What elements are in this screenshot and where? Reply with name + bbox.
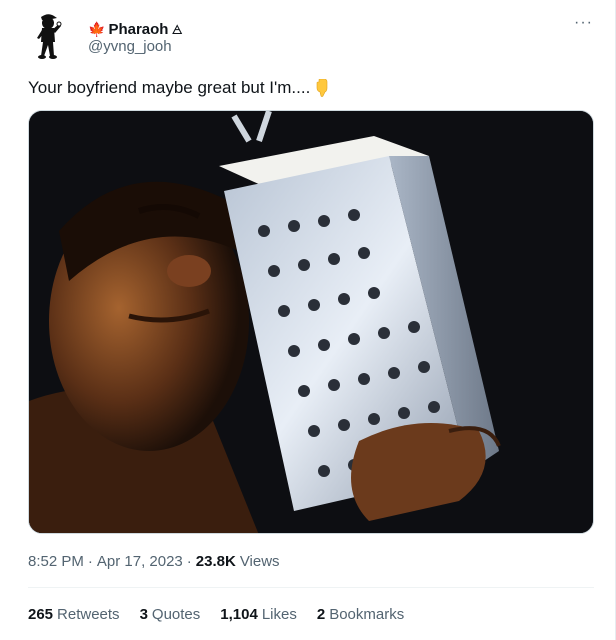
stat-label: Retweets bbox=[57, 606, 120, 623]
stat-bookmarks[interactable]: 2 Bookmarks bbox=[317, 606, 404, 623]
views-label: Views bbox=[239, 553, 280, 570]
stat-count: 1,104 bbox=[220, 606, 258, 623]
author-display-name[interactable]: Pharaoh bbox=[108, 21, 168, 38]
stat-label: Quotes bbox=[151, 606, 201, 623]
stat-count: 2 bbox=[316, 606, 326, 623]
tweet-text-content: Your boyfriend maybe great but I'm.... bbox=[28, 78, 311, 97]
photo-man-with-cheese-grater bbox=[29, 111, 593, 533]
stat-likes[interactable]: 1,104 Likes bbox=[220, 606, 297, 623]
stat-count: 265 bbox=[28, 606, 54, 623]
meta-separator: · bbox=[186, 553, 192, 570]
stat-quotes[interactable]: 3 Quotes bbox=[140, 606, 201, 623]
tweet-date[interactable]: Apr 17, 2023 bbox=[97, 553, 183, 570]
views-count: 23.8K bbox=[195, 553, 236, 570]
symbol-icon: 🜁 bbox=[171, 22, 183, 37]
tweet-time[interactable]: 8:52 PM bbox=[28, 553, 84, 570]
stat-count: 3 bbox=[139, 606, 148, 623]
tweet-text: Your boyfriend maybe great but I'm.... bbox=[28, 78, 330, 98]
stat-retweets[interactable]: 265 Retweets bbox=[28, 606, 120, 623]
author-handle[interactable]: @yvng_jooh bbox=[88, 38, 172, 55]
engagement-stats: 265 Retweets 3 Quotes 1,104 Likes 2 Book… bbox=[28, 606, 424, 623]
hooded-figure-icon bbox=[37, 14, 62, 59]
stat-label: Bookmarks bbox=[329, 606, 405, 623]
tweet-photo[interactable] bbox=[28, 110, 594, 534]
stat-label: Likes bbox=[261, 606, 297, 623]
avatar[interactable] bbox=[28, 12, 68, 62]
meta-separator: · bbox=[87, 553, 93, 570]
tweet-meta: 8:52 PM · Apr 17, 2023 · 23.8K Views bbox=[28, 553, 280, 570]
divider bbox=[28, 587, 594, 588]
pointing-down-hand-icon bbox=[317, 79, 328, 97]
maple-leaf-icon: 🍁 bbox=[88, 21, 106, 37]
more-options-button[interactable]: ··· bbox=[574, 14, 593, 32]
tweet-card: 🍁 Pharaoh 🜁 @yvng_jooh ··· Your boyfrien… bbox=[0, 0, 616, 640]
